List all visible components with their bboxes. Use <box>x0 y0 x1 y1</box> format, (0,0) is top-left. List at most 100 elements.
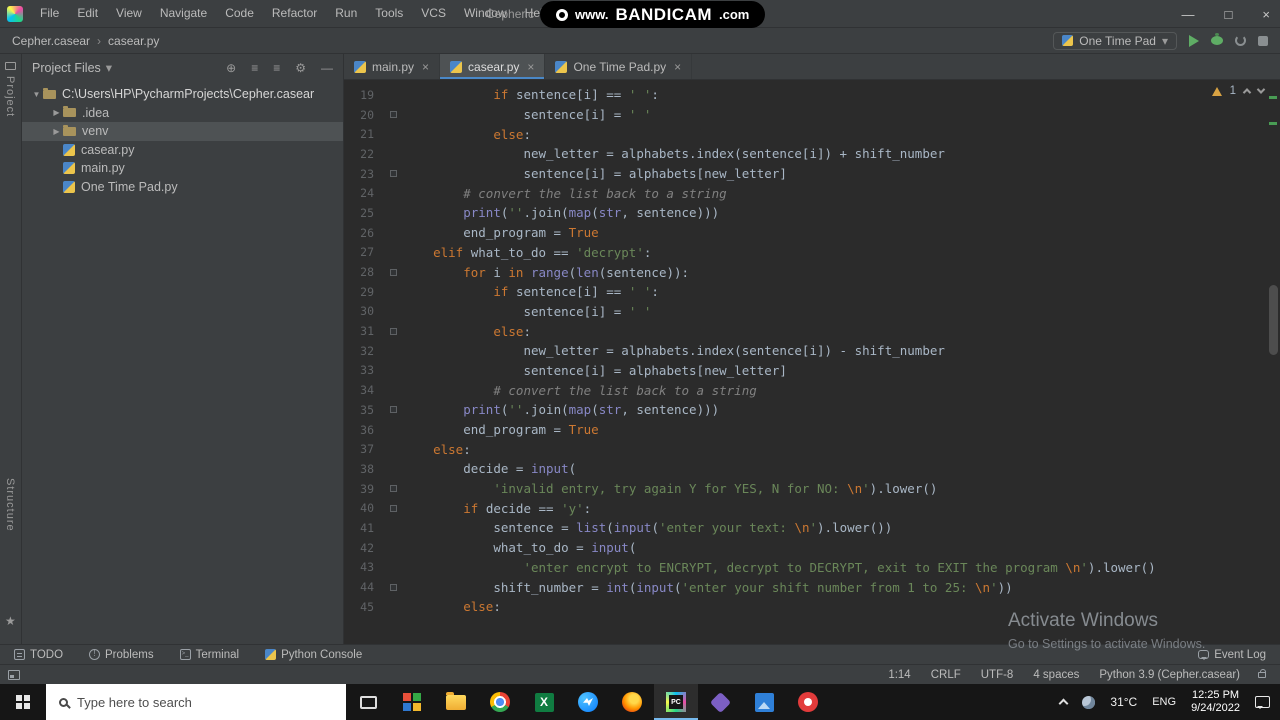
menu-code[interactable]: Code <box>216 0 263 27</box>
taskbar-messenger[interactable] <box>566 684 610 720</box>
tool-window-toggle-icon[interactable] <box>8 669 20 680</box>
maximize-button[interactable]: □ <box>1225 7 1233 22</box>
line-separator[interactable]: CRLF <box>931 669 961 681</box>
tab-casear-py[interactable]: casear.py × <box>440 54 546 79</box>
bandicam-icon <box>798 692 818 712</box>
code-line: 28 for i in range(len(sentence)): <box>344 262 1280 282</box>
taskbar-excel[interactable] <box>522 684 566 720</box>
expand-all-icon[interactable]: ≡ <box>251 61 258 75</box>
menu-view[interactable]: View <box>107 0 151 27</box>
fold-marker-icon[interactable] <box>390 504 397 512</box>
code-editor[interactable]: 19 if sentence[i] == ' ': 20 sentence[i] = … <box>344 80 1280 644</box>
stripe-project-button[interactable]: Project <box>4 76 16 117</box>
tree-arrow-icon[interactable]: ▼ <box>30 90 43 99</box>
code-line: 30 sentence[i] = ' ' <box>344 302 1280 322</box>
code-text: elif what_to_do == 'decrypt': <box>433 244 652 260</box>
inspections-widget[interactable]: 1 <box>1211 85 1266 97</box>
tool-window-todo[interactable]: TODO <box>14 649 63 661</box>
menu-file[interactable]: File <box>31 0 68 27</box>
tab-close-icon[interactable]: × <box>422 60 429 74</box>
close-button[interactable]: × <box>1262 7 1270 22</box>
tab-one-time-pad-py[interactable]: One Time Pad.py × <box>545 54 693 79</box>
fold-marker-icon[interactable] <box>390 327 397 335</box>
tree-item-venv[interactable]: ▶ venv <box>22 122 343 141</box>
next-problem-icon[interactable] <box>1256 85 1266 94</box>
fold-marker-icon[interactable] <box>390 485 397 493</box>
tree-item-one-time-pad-py[interactable]: One Time Pad.py <box>22 178 343 197</box>
visual-studio-icon <box>709 691 731 713</box>
taskbar-pycharm[interactable] <box>654 684 698 720</box>
code-text: sentence[i] = ' ' <box>523 303 652 319</box>
project-view-selector[interactable]: Project Files <box>32 61 101 75</box>
tool-window-terminal[interactable]: Terminal <box>179 649 239 661</box>
python-file-icon <box>63 143 75 156</box>
taskbar-photos[interactable] <box>742 684 786 720</box>
python-interpreter[interactable]: Python 3.9 (Cepher.casear) <box>1099 669 1240 681</box>
indent-style[interactable]: 4 spaces <box>1033 669 1079 681</box>
tree-item-c-users-hp-pycharmprojects-cepher-casear[interactable]: ▼ C:\Users\HP\PycharmProjects\Cepher.case… <box>22 85 343 104</box>
tree-item-casear-py[interactable]: casear.py <box>22 141 343 160</box>
menu-refactor[interactable]: Refactor <box>263 0 326 27</box>
code-line: 44 shift_number = int(input('enter your s… <box>344 577 1280 597</box>
navigation-bar: Cepher.casear › casear.py One Time Pad ▾ <box>0 28 1280 54</box>
prev-problem-icon[interactable] <box>1242 88 1252 97</box>
file-encoding[interactable]: UTF-8 <box>981 669 1014 681</box>
tree-arrow-icon[interactable]: ▶ <box>50 127 63 136</box>
taskbar-visual-studio[interactable] <box>698 684 742 720</box>
taskbar-chrome[interactable] <box>478 684 522 720</box>
taskbar-clock[interactable]: 12:25 PM 9/24/2022 <box>1191 689 1240 715</box>
tool-window-python-console[interactable]: Python Console <box>265 649 362 661</box>
breadcrumb-file[interactable]: casear.py <box>108 34 159 48</box>
fold-marker-icon[interactable] <box>390 583 397 591</box>
language-indicator[interactable]: ENG <box>1152 696 1176 708</box>
hide-panel-icon[interactable]: — <box>321 61 333 75</box>
event-log-button[interactable]: Event Log <box>1198 649 1266 661</box>
run-button[interactable] <box>1189 34 1199 47</box>
taskbar-task-view[interactable] <box>346 684 390 720</box>
taskbar-firefox[interactable] <box>610 684 654 720</box>
read-lock-icon[interactable] <box>1258 668 1266 678</box>
collapse-all-icon[interactable]: ≡ <box>273 61 280 75</box>
minimize-button[interactable]: — <box>1182 7 1195 22</box>
menu-navigate[interactable]: Navigate <box>151 0 216 27</box>
start-button[interactable] <box>0 684 46 720</box>
tab-close-icon[interactable]: × <box>527 60 534 74</box>
code-line: 36 end_program = True <box>344 420 1280 440</box>
stop-button[interactable] <box>1258 35 1268 46</box>
fold-marker-icon[interactable] <box>390 170 397 178</box>
stripe-structure-button[interactable]: Structure <box>4 478 16 532</box>
menu-tools[interactable]: Tools <box>366 0 412 27</box>
taskbar-bandicam[interactable] <box>786 684 830 720</box>
tree-arrow-icon[interactable]: ▶ <box>50 108 63 117</box>
project-stripe-icon[interactable] <box>5 62 16 70</box>
editor-scrollbar[interactable] <box>1269 285 1278 355</box>
taskbar-search[interactable] <box>46 684 346 720</box>
tab-main-py[interactable]: main.py × <box>344 54 441 79</box>
tool-window-problems[interactable]: Problems <box>89 649 154 661</box>
tree-item-idea[interactable]: ▶ .idea <box>22 104 343 123</box>
chevron-up-icon[interactable] <box>1058 698 1069 709</box>
menu-run[interactable]: Run <box>326 0 366 27</box>
menu-vcs[interactable]: VCS <box>412 0 455 27</box>
menu-edit[interactable]: Edit <box>68 0 107 27</box>
locate-file-icon[interactable]: ⊕ <box>226 61 236 75</box>
favorites-star-icon[interactable]: ★ <box>5 614 16 628</box>
fold-marker-icon[interactable] <box>390 406 397 414</box>
taskbar-file-explorer[interactable] <box>434 684 478 720</box>
debug-button[interactable] <box>1211 33 1223 45</box>
fold-marker-icon[interactable] <box>390 268 397 276</box>
caret-position[interactable]: 1:14 <box>888 669 910 681</box>
search-input[interactable] <box>77 694 346 710</box>
notification-center-icon[interactable] <box>1255 696 1270 709</box>
pycharm-window: File Edit View Navigate Code Refactor Run Tools… <box>0 0 1280 720</box>
weather-temperature[interactable]: 31°C <box>1110 695 1137 709</box>
taskbar-grid-app[interactable] <box>390 684 434 720</box>
fold-marker-icon[interactable] <box>390 111 397 119</box>
breadcrumb-project[interactable]: Cepher.casear <box>12 34 90 48</box>
tab-close-icon[interactable]: × <box>674 60 681 74</box>
run-configuration-selector[interactable]: One Time Pad ▾ <box>1053 31 1177 50</box>
tree-item-main-py[interactable]: main.py <box>22 159 343 178</box>
rerun-button[interactable] <box>1235 35 1246 46</box>
settings-gear-icon[interactable]: ⚙ <box>295 61 306 75</box>
